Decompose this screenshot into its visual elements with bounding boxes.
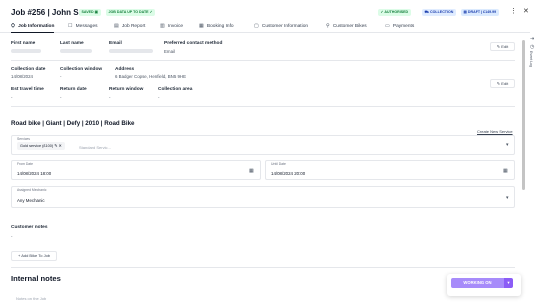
service-chip: Gold service (£100) ✎ ✕ (17, 142, 65, 150)
collection-date-label: Collection date (11, 67, 46, 72)
bike-title: Road bike | Giant | Defy | 2010 | Road B… (11, 120, 135, 127)
payment-icon: ▭ (385, 23, 390, 29)
est-travel-time-value: - (11, 95, 13, 100)
from-date-label: From Date (17, 162, 34, 166)
job-information-panel: First name Last name Email Preferred con… (0, 34, 521, 305)
est-travel-time-label: Est travel time (11, 87, 44, 92)
until-date-field[interactable]: Until Date 14/08/2024 20:00 ▦ (265, 160, 515, 180)
calendar-icon[interactable]: ▦ (249, 168, 254, 174)
job-data-badge: JOB DATA UP TO DATE ✓ (106, 9, 156, 16)
saved-badge: SAVED ▣ (79, 9, 101, 16)
divider (11, 267, 515, 268)
tab-booking-info[interactable]: ▦ Booking Info (199, 22, 234, 33)
caret-down-icon[interactable]: ▾ (506, 195, 509, 201)
collection-window-label: Collection window (60, 67, 103, 72)
report-icon: ▤ (114, 23, 119, 29)
internal-notes-input[interactable]: Notes on the Job (16, 296, 46, 301)
disk-icon: ▣ (94, 10, 99, 14)
address-value: 6 Badger Copse, Henfield, BN5 9HE (115, 74, 187, 79)
return-window-value: - (109, 95, 111, 100)
collapse-icon[interactable]: ⇥ (530, 36, 534, 42)
assigned-mechanic-select[interactable]: Assigned Mechanic Any Mechanic ▾ (11, 186, 515, 208)
first-name-label: First name (11, 41, 36, 46)
last-name-value-redacted (60, 49, 92, 53)
check-icon: ✓ (149, 10, 153, 14)
authorised-badge: ✓ AUTHORISED (378, 9, 411, 16)
job-header: Job #256 | John Smith SAVED ▣ JOB DATA U… (0, 0, 542, 21)
collection-area-value: - (158, 95, 160, 100)
chat-icon: ☐ (68, 23, 73, 29)
create-new-service-link[interactable]: Create New Service (477, 129, 513, 134)
working-on-button[interactable]: WORKING ON (451, 278, 504, 288)
tab-customer-information[interactable]: ▢ Customer Information (254, 22, 308, 33)
collection-badge: ⛟ COLLECTION (422, 9, 456, 16)
assigned-mechanic-value: Any Mechanic (17, 198, 45, 203)
first-name-value-redacted (11, 49, 41, 53)
add-bike-button[interactable]: + Add Bike To Job (11, 251, 57, 261)
truck-icon: ⛟ (424, 10, 430, 14)
divider (11, 60, 515, 61)
history-icon: ◷ (530, 44, 535, 50)
customer-notes-value: - (11, 234, 13, 239)
until-date-label: Until Date (271, 162, 286, 166)
collection-window-value: - (60, 74, 62, 79)
tab-job-report[interactable]: ▤ Job Report (114, 22, 145, 33)
services-placeholder: Standard Servic... (79, 145, 111, 150)
return-date-value: - (60, 95, 62, 100)
return-window-label: Return window (109, 87, 144, 92)
event-log-label: Event Log (529, 51, 533, 68)
from-date-field[interactable]: From Date 14/08/2024 18:00 ▦ (11, 160, 261, 180)
collection-area-label: Collection area (158, 87, 193, 92)
calendar-icon: ▦ (199, 23, 204, 29)
pencil-icon: ✎ (54, 144, 58, 148)
tab-invoice[interactable]: ▥ Invoice (160, 22, 183, 33)
services-label: Services (17, 137, 31, 141)
more-vertical-icon[interactable]: ⋮ (510, 8, 517, 16)
event-log-rail[interactable]: ⇥ ◷ Event Log (527, 34, 542, 94)
services-select[interactable]: Services Gold service (£100) ✎ ✕ Standar… (11, 135, 515, 155)
chevron-down-icon[interactable]: ▾ (504, 278, 513, 288)
invoice-icon: ▥ (160, 23, 165, 29)
tab-customer-bikes[interactable]: ⚲ Customer Bikes (326, 22, 367, 33)
last-name-label: Last name (60, 41, 84, 46)
bike-icon: ⚲ (326, 23, 330, 29)
collection-date-value: 14/08/2024 (11, 74, 33, 79)
tab-job-information[interactable]: ⛭ Job Information (11, 22, 55, 33)
from-date-value: 14/08/2024 18:00 (17, 171, 52, 176)
address-label: Address (115, 67, 135, 72)
scrollbar-thumb[interactable] (522, 40, 525, 190)
internal-notes-title: Internal notes (11, 274, 61, 283)
assigned-mechanic-label: Assigned Mechanic (17, 188, 47, 192)
plus-icon: + (17, 253, 21, 258)
divider (11, 106, 515, 107)
draft-badge: ▤ DRAFT | £149.99 (461, 9, 499, 16)
working-on-card: WORKING ON ▾ (447, 274, 521, 296)
email-label: Email (109, 41, 122, 46)
tab-messages[interactable]: ☐ Messages (68, 22, 98, 33)
document-icon: ▤ (463, 10, 467, 14)
preferred-contact-value: Email (164, 49, 175, 54)
caret-down-icon[interactable]: ▾ (506, 142, 509, 148)
close-icon[interactable]: ✕ (58, 144, 61, 148)
customer-icon: ▢ (254, 23, 259, 29)
info-icon: ⛭ (11, 23, 16, 29)
edit-collection-button[interactable]: ✎ Edit (490, 79, 515, 88)
pencil-icon: ✎ (496, 81, 501, 86)
tab-payments[interactable]: ▭ Payments (385, 22, 414, 33)
close-icon[interactable]: ✕ (523, 8, 529, 16)
return-date-label: Return date (60, 87, 87, 92)
pencil-icon: ✎ (496, 44, 501, 49)
customer-notes-title: Customer notes (11, 225, 48, 230)
calendar-icon[interactable]: ▦ (503, 168, 508, 174)
email-value-redacted (109, 49, 153, 53)
until-date-value: 14/08/2024 20:00 (271, 171, 306, 176)
preferred-contact-label: Preferred contact method (164, 41, 223, 46)
edit-customer-button[interactable]: ✎ Edit (490, 42, 515, 51)
tab-bar: ⛭ Job Information ☐ Messages ▤ Job Report ▥… (0, 21, 530, 33)
